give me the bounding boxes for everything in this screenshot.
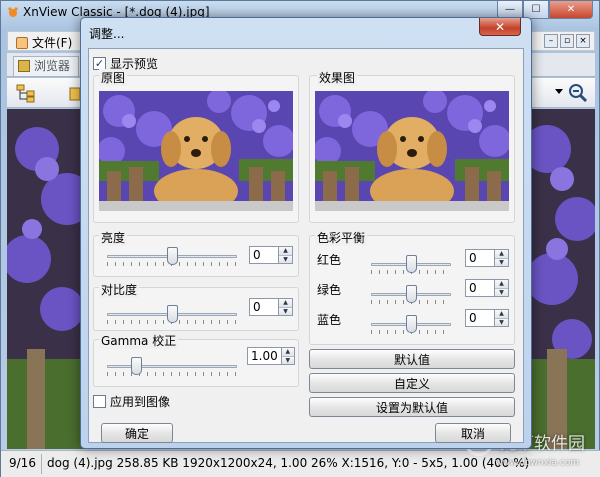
set-default-button[interactable]: 设置为默认值 [309, 397, 515, 417]
dialog-title: 调整... [89, 27, 125, 41]
contrast-value[interactable]: 0 [249, 298, 279, 316]
green-slider[interactable] [371, 283, 451, 305]
contrast-slider[interactable] [107, 303, 237, 325]
watermark-url: www.downxia.com [495, 458, 579, 468]
slider-ticks [107, 372, 237, 376]
brightness-label: 亮度 [99, 229, 128, 246]
close-button[interactable]: ✕ [549, 1, 593, 19]
dialog-client: ✓ 显示预览 原图 效果图 亮度 0 ▲ ▼ 对比度 0 ▲ ▼ Gamma 校… [88, 48, 524, 443]
stepper-buttons: ▲ ▼ [495, 309, 509, 327]
status-divider [41, 454, 42, 474]
dialog-close-button[interactable]: ✕ [479, 18, 521, 36]
slider-track [107, 365, 237, 368]
chevron-down-icon[interactable]: ▼ [279, 254, 292, 263]
chevron-up-icon[interactable]: ▲ [279, 299, 292, 307]
slider-thumb[interactable] [167, 247, 178, 265]
mdi-restore-button[interactable]: ▫ [560, 34, 574, 48]
chevron-up-icon[interactable]: ▲ [495, 310, 508, 318]
status-file-info: dog (4).jpg 258.85 KB 1920x1200x24, 1.00… [47, 456, 530, 470]
contrast-label: 对比度 [99, 281, 140, 298]
green-stepper[interactable]: 0 ▲ ▼ [465, 279, 509, 297]
apply-to-image-label: 应用到图像 [110, 395, 171, 409]
adjust-dialog: 调整... ✕ ✓ 显示预览 原图 效果图 亮度 0 ▲ ▼ 对比度 0 ▲ ▼… [80, 17, 532, 449]
mdi-close-button[interactable]: × [576, 34, 590, 48]
status-index: 9/16 [9, 456, 36, 470]
chevron-up-icon[interactable]: ▲ [495, 280, 508, 288]
gamma-label: Gamma 校正 [99, 332, 179, 349]
result-preview-image [315, 91, 509, 211]
red-value[interactable]: 0 [465, 249, 495, 267]
stepper-buttons: ▲ ▼ [281, 347, 295, 365]
original-label: 原图 [99, 69, 128, 86]
original-preview-image [99, 91, 293, 211]
stepper-buttons: ▲ ▼ [495, 279, 509, 297]
apply-to-image-row[interactable]: 应用到图像 [93, 393, 170, 410]
result-label: 效果图 [317, 69, 358, 86]
browser-tree-icon[interactable] [15, 82, 37, 104]
zoom-icon[interactable] [567, 82, 589, 104]
slider-thumb[interactable] [131, 357, 142, 375]
green-value[interactable]: 0 [465, 279, 495, 297]
slider-thumb[interactable] [406, 255, 417, 273]
blue-stepper[interactable]: 0 ▲ ▼ [465, 309, 509, 327]
green-label: 绿色 [317, 283, 342, 297]
chevron-down-icon[interactable]: ▼ [495, 257, 508, 266]
gamma-slider[interactable] [107, 355, 237, 377]
chevron-down-icon[interactable]: ▼ [281, 355, 294, 364]
gamma-value[interactable]: 1.00 [247, 347, 282, 365]
default-button[interactable]: 默认值 [309, 349, 515, 369]
tab-browser-label: 浏览器 [34, 59, 71, 73]
chevron-down-icon[interactable]: ▼ [495, 287, 508, 296]
browser-icon [18, 60, 30, 72]
stepper-buttons: ▲ ▼ [279, 246, 293, 264]
red-label: 红色 [317, 253, 342, 267]
blue-value[interactable]: 0 [465, 309, 495, 327]
red-slider[interactable] [371, 253, 451, 275]
stepper-buttons: ▲ ▼ [279, 298, 293, 316]
gamma-stepper[interactable]: 1.00 ▲ ▼ [247, 347, 295, 365]
menu-file[interactable]: 文件(F) [16, 34, 72, 51]
red-stepper[interactable]: 0 ▲ ▼ [465, 249, 509, 267]
contrast-stepper[interactable]: 0 ▲ ▼ [249, 298, 293, 316]
chevron-up-icon[interactable]: ▲ [495, 250, 508, 258]
document-icon [16, 36, 28, 49]
mdi-minimize-button[interactable]: – [544, 34, 558, 48]
chevron-up-icon[interactable]: ▲ [279, 247, 292, 255]
menu-file-label: 文件(F) [32, 36, 73, 50]
tab-browser[interactable]: 浏览器 [13, 56, 80, 76]
custom-button[interactable]: 自定义 [309, 373, 515, 393]
ok-button[interactable]: 确定 [101, 423, 173, 443]
blue-slider[interactable] [371, 313, 451, 335]
brightness-stepper[interactable]: 0 ▲ ▼ [249, 246, 293, 264]
slider-thumb[interactable] [167, 305, 178, 323]
brightness-value[interactable]: 0 [249, 246, 279, 264]
brightness-slider[interactable] [107, 245, 237, 267]
slider-thumb[interactable] [406, 315, 417, 333]
stepper-buttons: ▲ ▼ [495, 249, 509, 267]
cancel-button[interactable]: 取消 [435, 423, 511, 443]
chevron-down-icon[interactable] [555, 89, 563, 94]
chevron-up-icon[interactable]: ▲ [281, 348, 294, 356]
slider-thumb[interactable] [406, 285, 417, 303]
xnview-app-icon [8, 7, 18, 17]
chevron-down-icon[interactable]: ▼ [279, 306, 292, 315]
apply-to-image-checkbox[interactable] [93, 395, 106, 408]
blue-label: 蓝色 [317, 313, 342, 327]
chevron-down-icon[interactable]: ▼ [495, 317, 508, 326]
color-balance-label: 色彩平衡 [315, 229, 368, 246]
mdi-buttons: – ▫ × [544, 34, 590, 48]
